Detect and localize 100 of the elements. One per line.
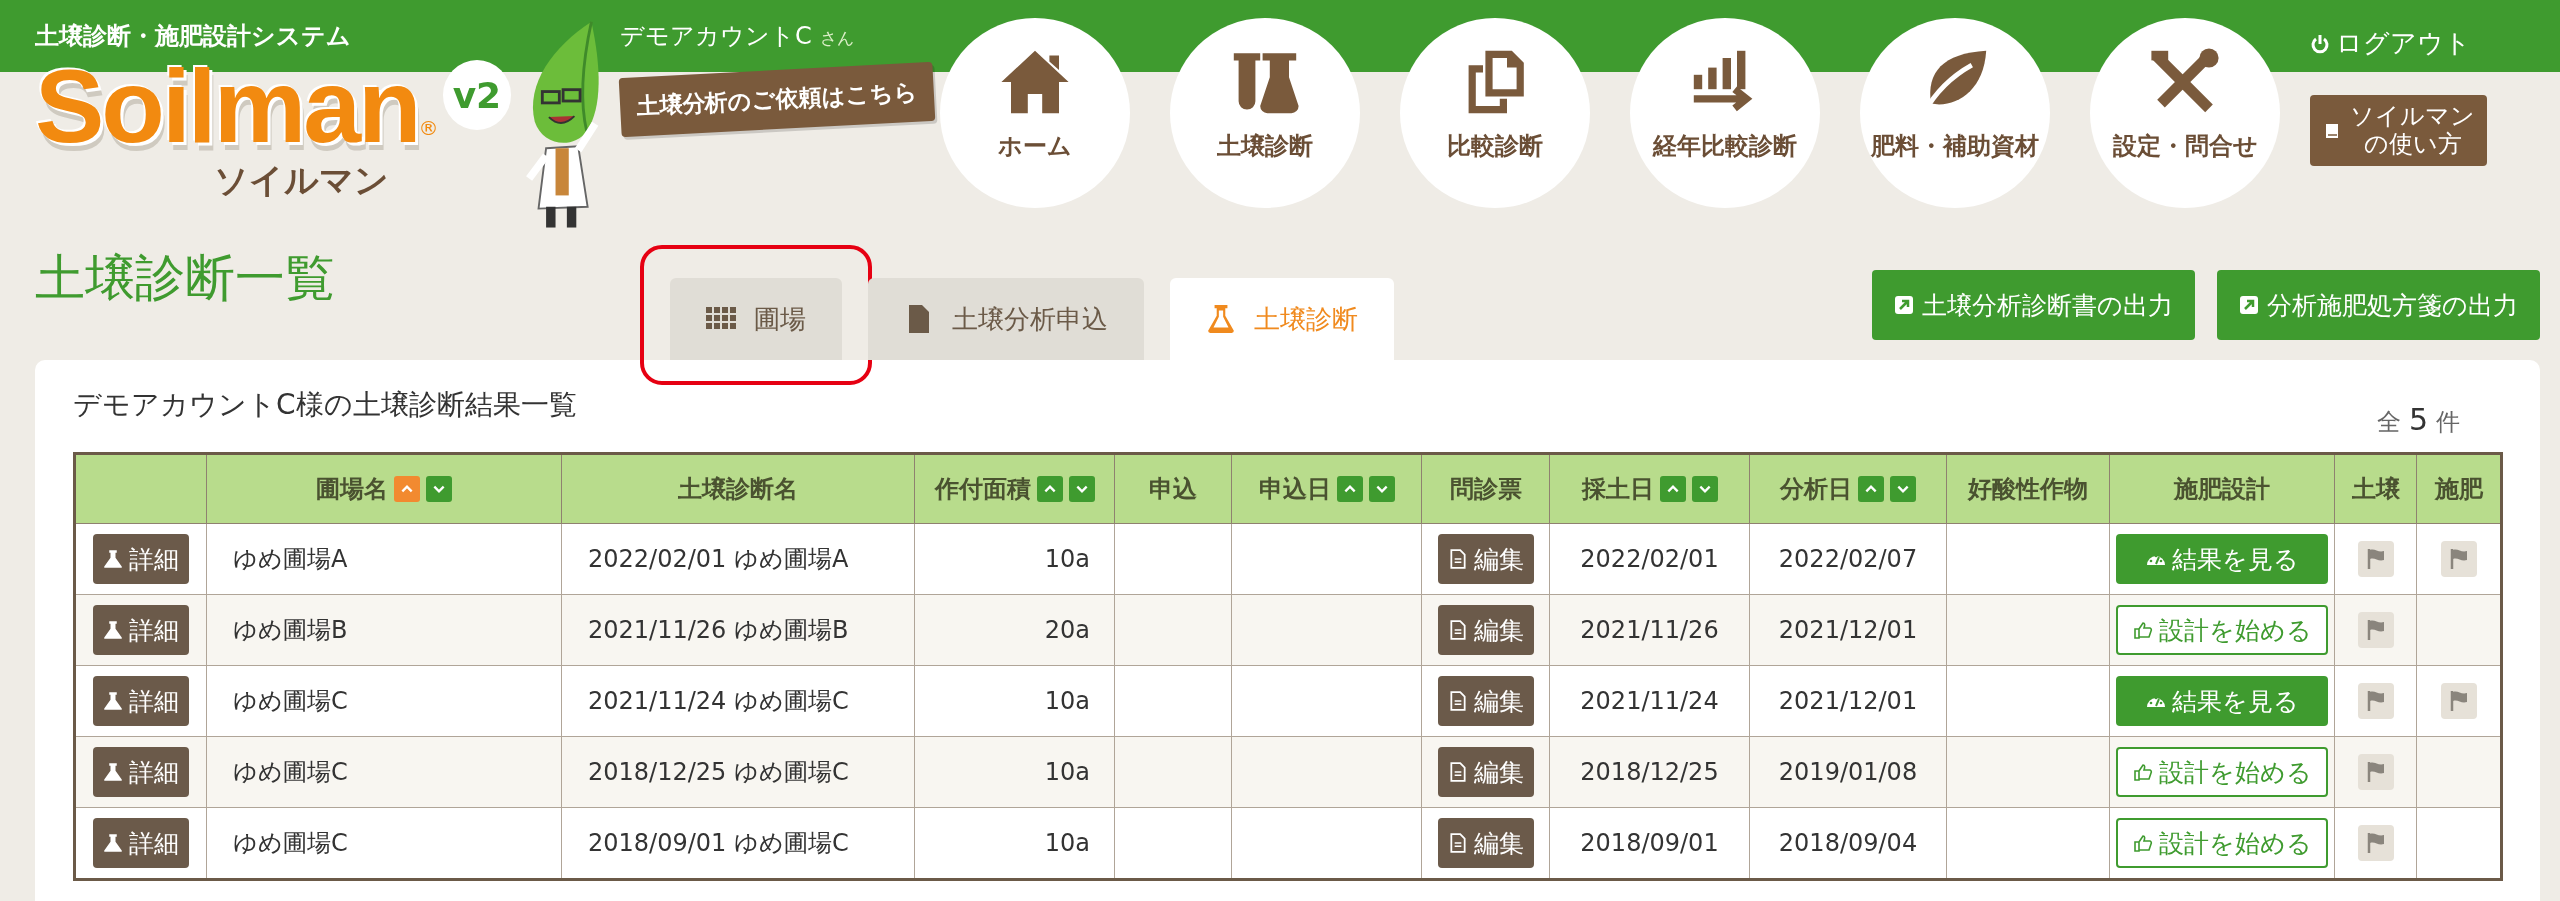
registered-mark: ® bbox=[418, 116, 439, 140]
start-design-button[interactable]: 設計を始める bbox=[2116, 747, 2328, 797]
external-link-icon bbox=[1894, 295, 1914, 315]
flask-icon bbox=[103, 762, 123, 782]
version-badge: v2 bbox=[442, 60, 512, 130]
flask-icon bbox=[103, 620, 123, 640]
tab[interactable]: 土壌分析申込 bbox=[868, 278, 1144, 360]
account-name: デモアカウントC bbox=[620, 21, 812, 52]
start-design-button[interactable]: 設計を始める bbox=[2116, 605, 2328, 655]
count-prefix: 全 bbox=[2376, 407, 2401, 438]
nav-button[interactable]: 比較診断 bbox=[1400, 18, 1590, 208]
column-label: 土壌診断名 bbox=[678, 474, 798, 505]
crop-area: 20a bbox=[1044, 616, 1090, 644]
diagnosis-name: 2021/11/26 ゆめ圃場B bbox=[588, 616, 849, 644]
field-name: ゆめ圃場B bbox=[233, 616, 348, 644]
thumbs-up-icon bbox=[2132, 620, 2153, 640]
diagnosis-name: 2018/09/01 ゆめ圃場C bbox=[588, 829, 849, 857]
sort-descending-button[interactable] bbox=[1368, 476, 1395, 502]
edit-button[interactable]: 編集 bbox=[1437, 818, 1534, 868]
column-label: 申込 bbox=[1149, 474, 1197, 505]
sampling-date: 2021/11/24 bbox=[1580, 687, 1719, 715]
diagnosis-name: 2022/02/01 ゆめ圃場A bbox=[588, 545, 849, 573]
sort-ascending-button[interactable] bbox=[1858, 476, 1884, 502]
thumbs-up-icon bbox=[2132, 833, 2153, 853]
start-design-button[interactable]: 設計を始める bbox=[2116, 818, 2328, 868]
column-label: 好酸性作物 bbox=[1968, 474, 2088, 505]
analysis-date: 2021/12/01 bbox=[1778, 616, 1918, 644]
column-label: 申込日 bbox=[1258, 474, 1331, 505]
detail-button[interactable]: 詳細 bbox=[93, 818, 189, 868]
document-icon bbox=[1447, 762, 1468, 782]
detail-button[interactable]: 詳細 bbox=[93, 676, 189, 726]
edit-button[interactable]: 編集 bbox=[1437, 534, 1534, 584]
flask-icon bbox=[1206, 304, 1236, 334]
sampling-date: 2018/12/25 bbox=[1580, 758, 1719, 786]
tab[interactable]: 圃場 bbox=[670, 278, 842, 360]
count-suffix: 件 bbox=[2436, 407, 2460, 438]
detail-button[interactable]: 詳細 bbox=[93, 605, 189, 655]
account-honorific: さん bbox=[819, 27, 854, 50]
nav-button[interactable]: 設定・問合せ bbox=[2090, 18, 2280, 208]
detail-button[interactable]: 詳細 bbox=[93, 747, 189, 797]
export-button[interactable]: 土壌分析診断書の出力 bbox=[1872, 270, 2195, 340]
power-icon bbox=[2310, 33, 2330, 54]
document-icon bbox=[1447, 691, 1468, 711]
column-label: 採土日 bbox=[1581, 474, 1654, 505]
result-count: 5 bbox=[2408, 402, 2428, 437]
analysis-date: 2022/02/07 bbox=[1778, 545, 1918, 573]
sampling-date: 2021/11/26 bbox=[1580, 616, 1719, 644]
logout-link[interactable]: ログアウト bbox=[2310, 26, 2471, 61]
field-name: ゆめ圃場C bbox=[233, 687, 348, 715]
crop-area: 10a bbox=[1044, 758, 1090, 786]
logo-kana: ソイルマン bbox=[213, 159, 389, 202]
field-name: ゆめ圃場C bbox=[233, 829, 348, 857]
page-title: 土壌診断一覧 bbox=[35, 248, 336, 309]
sort-descending-button[interactable] bbox=[426, 476, 452, 502]
sort-ascending-button[interactable] bbox=[394, 476, 420, 502]
sort-ascending-button[interactable] bbox=[1659, 476, 1686, 502]
edit-button[interactable]: 編集 bbox=[1437, 676, 1534, 726]
nav-button[interactable]: 土壌診断 bbox=[1170, 18, 1360, 208]
column-label: 圃場名 bbox=[316, 474, 388, 505]
sort-descending-button[interactable] bbox=[1890, 476, 1916, 502]
view-results-button[interactable]: 結果を見る bbox=[2116, 534, 2328, 584]
sort-descending-button[interactable] bbox=[1068, 476, 1095, 502]
analysis-date: 2018/09/04 bbox=[1778, 829, 1918, 857]
crop-area: 10a bbox=[1044, 545, 1090, 573]
document-icon bbox=[1447, 833, 1468, 853]
field-name: ゆめ圃場C bbox=[233, 758, 348, 786]
nav-button[interactable]: 肥料・補助資材 bbox=[1860, 18, 2050, 208]
column-label: 施肥設計 bbox=[2174, 474, 2270, 505]
sort-ascending-button[interactable] bbox=[1036, 476, 1063, 502]
crop-area: 10a bbox=[1044, 829, 1090, 857]
flask-icon bbox=[103, 549, 123, 569]
column-label: 施肥 bbox=[2434, 474, 2483, 505]
column-label: 土壌 bbox=[2351, 474, 2400, 505]
sampling-date: 2022/02/01 bbox=[1580, 545, 1719, 573]
thumbs-up-icon bbox=[2132, 762, 2153, 782]
nav-button[interactable]: ホーム bbox=[940, 18, 1130, 208]
flask-icon bbox=[103, 833, 123, 853]
nav-button[interactable]: 経年比較診断 bbox=[1630, 18, 1820, 208]
analysis-request-link[interactable]: 土壌分析のご依頼はこちら bbox=[618, 61, 936, 138]
diagnosis-name: 2018/12/25 ゆめ圃場C bbox=[588, 758, 849, 786]
detail-button[interactable]: 詳細 bbox=[93, 534, 189, 584]
column-label: 問診票 bbox=[1449, 474, 1522, 505]
export-button[interactable]: 分析施肥処方箋の出力 bbox=[2217, 270, 2540, 340]
edit-button[interactable]: 編集 bbox=[1437, 747, 1534, 797]
field-name: ゆめ圃場A bbox=[233, 545, 348, 573]
system-title: 土壌診断・施肥設計システム bbox=[35, 21, 352, 52]
analysis-date: 2021/12/01 bbox=[1778, 687, 1918, 715]
analysis-date: 2019/01/08 bbox=[1778, 758, 1918, 786]
view-results-button[interactable]: 結果を見る bbox=[2116, 676, 2328, 726]
panel-title: デモアカウントC様の土壌診断結果一覧 bbox=[73, 387, 577, 423]
sort-ascending-button[interactable] bbox=[1336, 476, 1363, 502]
help-button[interactable]: ソイルマン の使い方 bbox=[2310, 95, 2487, 167]
sort-descending-button[interactable] bbox=[1691, 476, 1718, 502]
document-icon bbox=[1447, 549, 1468, 569]
edit-button[interactable]: 編集 bbox=[1437, 605, 1534, 655]
external-link-icon bbox=[2239, 295, 2259, 315]
crop-area: 10a bbox=[1044, 687, 1090, 715]
document-icon bbox=[1447, 620, 1468, 640]
diagnosis-name: 2021/11/24 ゆめ圃場C bbox=[588, 687, 849, 715]
house-icon bbox=[999, 48, 1071, 116]
